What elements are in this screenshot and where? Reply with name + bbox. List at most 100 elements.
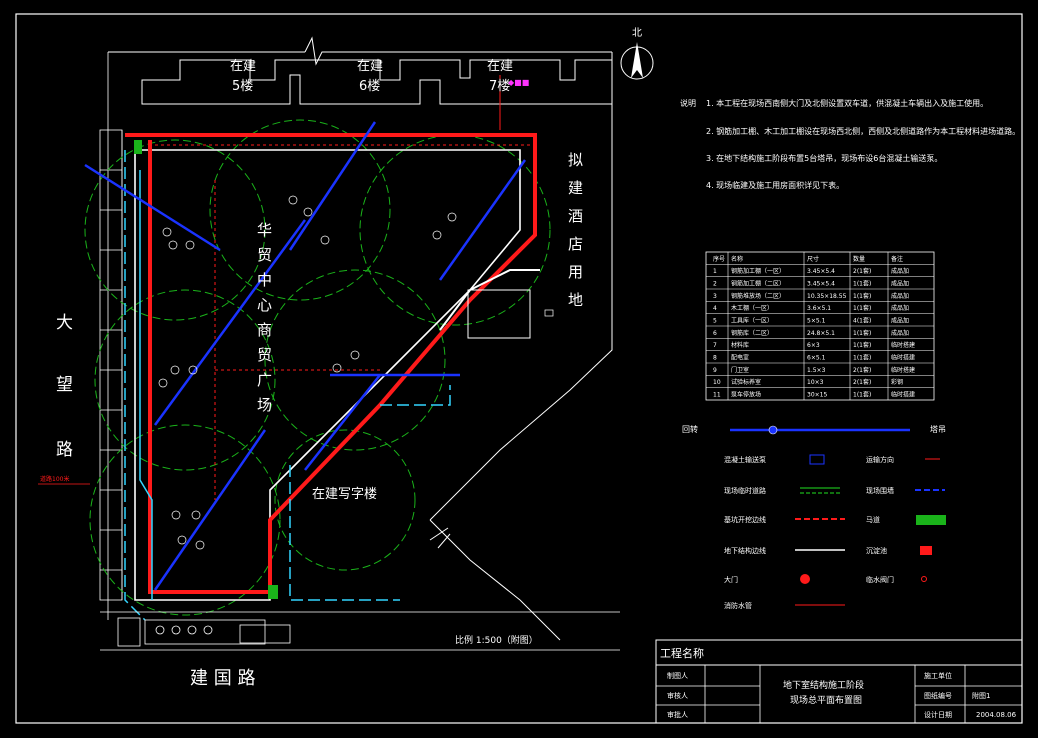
note-2: 2. 钢筋加工棚、木工加工棚设在现场西北侧，西侧及北侧道路作为本工程材料进场道路… [706,126,1020,136]
svg-text:场: 场 [257,396,272,414]
table-cell: 材料库 [731,341,749,349]
svg-text:望: 望 [56,375,73,395]
table-cell: 临时搭建 [891,366,915,374]
red-road-tag: 道路100米 [40,475,69,483]
table-cell: 门卫室 [731,366,749,374]
table-cell: 1(1套) [853,354,871,362]
notes-title: 说明 [680,98,696,108]
table-cell: 30×15 [807,392,827,399]
jianguo-road-label: 建 国 路 [190,668,255,689]
note-4: 4. 现场临建及施工用房面积详见下表。 [706,180,844,190]
project-name-label: 工程名称 [660,646,704,660]
svg-text:临水阀门: 临水阀门 [866,575,894,584]
table-cell: 9 [713,367,717,374]
svg-text:商: 商 [257,321,272,339]
svg-text:6楼: 6楼 [359,79,380,94]
table-header-cell: 序号 [713,255,725,263]
table-cell: 2(1套) [853,267,871,275]
table-cell: 5 [713,318,717,325]
svg-text:贸: 贸 [257,246,272,264]
table-cell: 3.45×5.4 [807,281,835,288]
table-cell: 3.6×5.1 [807,305,831,312]
table-cell: 成品加 [891,329,909,337]
svg-text:施工单位: 施工单位 [924,671,952,680]
svg-text:运输方向: 运输方向 [866,455,894,464]
table-cell: 成品加 [891,267,909,275]
table-cell: 钢筋加工棚（二区） [731,280,785,288]
table-cell: 成品加 [891,317,909,325]
table-cell: 临时搭建 [891,341,915,349]
svg-text:现场围墙: 现场围墙 [866,486,894,495]
svg-text:图纸编号: 图纸编号 [924,691,952,700]
table-cell: 工具库（一区） [731,317,773,325]
table-cell: 临时搭建 [891,391,915,399]
svg-text:大门: 大门 [724,575,738,584]
svg-text:马道: 马道 [866,515,880,524]
svg-text:地下结构边线: 地下结构边线 [724,546,766,555]
drawing-title-1: 地下室结构施工阶段 [783,679,864,691]
svg-text:沉淀池: 沉淀池 [866,546,887,555]
svg-text:5楼: 5楼 [232,79,253,94]
svg-text:用: 用 [568,263,583,281]
table-cell: 临时搭建 [891,354,915,362]
table-cell: 7 [713,342,717,349]
table-cell: 10.35×18.55 [807,293,847,300]
svg-text:中: 中 [257,271,272,289]
table-cell: 6×3 [807,342,820,349]
table-cell: 10×3 [807,379,824,386]
svg-text:2004.08.06: 2004.08.06 [976,711,1017,719]
scale-label: 比例 1:500（附图） [455,634,538,646]
svg-text:广: 广 [257,371,272,389]
svg-text:建: 建 [568,179,583,197]
table-header-cell: 数量 [853,255,865,263]
table-cell: 1(1套) [853,329,871,337]
svg-text:7楼: 7楼 [489,79,510,94]
svg-text:贸: 贸 [257,346,272,364]
table-cell: 10 [713,379,721,386]
svg-text:拟: 拟 [568,151,583,169]
table-cell: 配电室 [731,354,749,362]
svg-text:酒: 酒 [568,207,583,225]
table-cell: 4 [713,305,717,312]
gate-northwest [134,140,142,154]
table-cell: 试验标养室 [731,378,761,386]
table-cell: 11 [713,392,721,399]
table-cell: 钢筋库（二区） [731,329,773,337]
table-cell: 1.5×3 [807,367,826,374]
table-cell: 2 [713,281,717,288]
table-cell: 彩钢 [891,378,903,386]
svg-text:心: 心 [257,296,272,314]
svg-text:基坑开挖边线: 基坑开挖边线 [724,515,766,524]
office-label: 在建写字楼 [312,487,377,502]
site-plan-drawing: ◆■■ 北 在建 5楼 在建 6楼 在建 7楼 拟 建 酒 店 用 地 华 贸 … [0,0,1038,738]
svg-text:华: 华 [257,221,272,239]
note-1: 1. 本工程在现场西南侧大门及北侧设置双车道，供混凝土车辆出入及施工使用。 [706,98,988,108]
table-cell: 木工棚（一区） [731,304,773,312]
svg-text:在建: 在建 [357,59,383,74]
table-cell: 4(1套) [853,317,871,325]
table-cell: 成品加 [891,280,909,288]
magenta-marker: ◆■■ [508,78,529,87]
svg-text:混凝土输送泵: 混凝土输送泵 [724,455,766,464]
table-cell: 6×5.1 [807,355,826,362]
table-cell: 8 [713,355,717,362]
table-header-cell: 备注 [891,255,903,263]
svg-text:回转: 回转 [682,424,698,434]
svg-text:审批人: 审批人 [667,710,688,719]
table-cell: 泵车停放场 [731,391,761,399]
svg-text:在建: 在建 [230,59,256,74]
table-header-cell: 尺寸 [807,255,819,263]
table-cell: 6 [713,330,717,337]
table-cell: 钢筋加工棚（一区） [731,267,785,275]
table-cell: 1(1套) [853,341,871,349]
table-cell: 3.45×5.4 [807,268,835,275]
svg-text:大: 大 [56,313,73,333]
table-cell: 3 [713,293,717,300]
table-cell: 钢筋堆放场（二区） [731,292,785,300]
note-3: 3. 在地下结构施工阶段布置5台塔吊，现场布设6台混凝土输送泵。 [706,153,942,163]
svg-text:在建: 在建 [487,59,513,74]
svg-text:现场临时道路: 现场临时道路 [724,486,766,495]
table-cell: 1(1套) [853,280,871,288]
table-cell: 2(1套) [853,366,871,374]
table-cell: 24.8×5.1 [807,330,835,337]
